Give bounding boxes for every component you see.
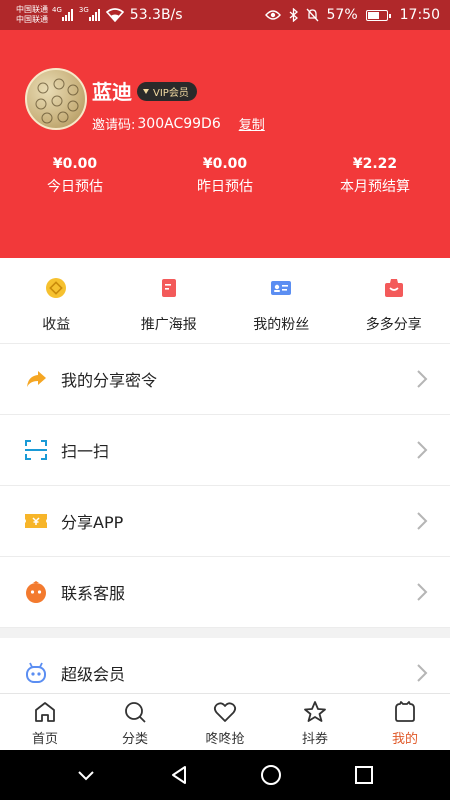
quick-action-poster[interactable]: 推广海报 <box>113 258 226 343</box>
hide-keyboard-icon[interactable] <box>75 764 97 786</box>
quick-action-label: 收益 <box>42 317 71 333</box>
bottom-tab-bar: 首页 分类 咚咚抢 抖券 我的 <box>0 693 450 750</box>
tab-coupons[interactable]: 抖券 <box>270 694 360 750</box>
quick-action-label: 推广海报 <box>140 317 197 333</box>
tab-home[interactable]: 首页 <box>0 694 90 750</box>
menu-item-label: 超级会员 <box>61 665 126 684</box>
quick-action-label: 我的粉丝 <box>253 317 310 333</box>
status-bar: 中国联通 中国联通 4G 3G 53.3B/s 57% 17:50 <box>0 0 450 30</box>
stat-label: 昨日预估 <box>197 179 253 195</box>
wifi-icon <box>105 8 124 22</box>
mute-bell-icon <box>306 8 318 22</box>
menu-item-share-secret[interactable]: 我的分享密令 <box>0 344 450 415</box>
stat-value: ¥2.22 <box>352 156 398 172</box>
heart-icon <box>213 702 237 722</box>
ticket-icon <box>25 514 47 528</box>
recents-icon[interactable] <box>353 764 375 786</box>
stat-value: ¥0.00 <box>52 156 98 172</box>
eye-icon <box>264 10 281 20</box>
signal-icon <box>61 9 73 21</box>
menu-item-scan[interactable]: 扫一扫 <box>0 415 450 486</box>
avatar[interactable] <box>25 68 87 130</box>
star-icon <box>304 701 326 722</box>
menu-item-label: 联系客服 <box>61 584 126 603</box>
quick-action-fans[interactable]: 我的粉丝 <box>225 258 338 343</box>
coin-icon <box>46 278 67 298</box>
carrier-info: 中国联通 中国联通 <box>16 5 48 25</box>
tab-label: 抖券 <box>301 732 328 747</box>
menu-item-label: 我的分享密令 <box>61 371 158 390</box>
menu-item-label: 扫一扫 <box>61 442 110 461</box>
earnings-stats: ¥0.00 今日预估 ¥0.00 昨日预估 ¥2.22 本月预结算 <box>0 156 450 196</box>
menu-item-customer-service[interactable]: 联系客服 <box>0 557 450 628</box>
vip-badge-label: VIP会员 <box>153 88 189 99</box>
carrier-1: 中国联通 <box>16 5 48 14</box>
stat-month[interactable]: ¥2.22 本月预结算 <box>300 156 450 196</box>
invite-label: 邀请码: <box>92 118 136 133</box>
menu-item-label: 分享APP <box>61 513 124 532</box>
share-bag-icon <box>384 279 403 297</box>
user-name: 蓝迪 <box>92 80 132 104</box>
chevron-right-icon <box>417 370 428 388</box>
quick-action-earnings[interactable]: 收益 <box>0 258 113 343</box>
stat-yesterday[interactable]: ¥0.00 昨日预估 <box>150 156 300 196</box>
fans-card-icon <box>271 281 292 295</box>
stat-today[interactable]: ¥0.00 今日预估 <box>0 156 150 196</box>
vip-icon <box>143 89 149 94</box>
signal-icon-2 <box>88 9 100 21</box>
network-speed: 53.3B/s <box>129 7 183 23</box>
invite-code-row: 邀请码: 300AC99D6 复制 <box>92 114 265 134</box>
battery-icon <box>365 9 391 21</box>
tab-label: 咚咚抢 <box>205 732 245 747</box>
clock: 17:50 <box>399 7 440 23</box>
carrier-2: 中国联通 <box>16 15 48 24</box>
tab-category[interactable]: 分类 <box>90 694 180 750</box>
stat-label: 本月预结算 <box>340 179 410 195</box>
avatar-pattern <box>35 78 79 124</box>
network-type-2: 3G <box>78 6 89 14</box>
menu-list: 我的分享密令 扫一扫 分享APP 联系客服 超级会员 <box>0 344 450 709</box>
bluetooth-icon <box>289 8 298 22</box>
service-icon <box>26 581 46 603</box>
stat-label: 今日预估 <box>47 179 103 195</box>
home-nav-icon[interactable] <box>260 764 282 786</box>
tab-label: 我的 <box>391 732 418 747</box>
chevron-right-icon <box>417 664 428 682</box>
vip-badge: VIP会员 <box>137 82 197 101</box>
tab-label: 首页 <box>31 732 58 747</box>
poster-icon <box>161 279 176 297</box>
chevron-right-icon <box>417 441 428 459</box>
stat-value: ¥0.00 <box>202 156 248 172</box>
chevron-right-icon <box>417 512 428 530</box>
network-type-1: 4G <box>52 6 62 14</box>
copy-button[interactable]: 复制 <box>239 114 265 133</box>
back-icon[interactable] <box>168 764 190 786</box>
quick-actions: 收益 推广海报 我的粉丝 多多分享 <box>0 258 450 344</box>
invite-code: 300AC99D6 <box>137 115 221 132</box>
tab-flash-sale[interactable]: 咚咚抢 <box>180 694 270 750</box>
profile-icon <box>395 701 415 722</box>
profile-header: 蓝迪 VIP会员 邀请码: 300AC99D6 复制 ¥0.00 今日预估 ¥0… <box>0 30 450 258</box>
battery-percent: 57% <box>326 7 358 23</box>
system-nav-bar <box>0 750 450 800</box>
chevron-right-icon <box>417 583 428 601</box>
home-icon <box>35 702 55 722</box>
robot-icon <box>26 662 46 683</box>
tab-mine[interactable]: 我的 <box>360 694 450 750</box>
menu-item-share-app[interactable]: 分享APP <box>0 486 450 557</box>
share-arrow-icon <box>27 371 46 387</box>
quick-action-share[interactable]: 多多分享 <box>338 258 450 343</box>
quick-action-label: 多多分享 <box>365 317 422 333</box>
scan-icon <box>25 440 47 460</box>
search-icon <box>125 702 146 723</box>
tab-label: 分类 <box>121 732 148 747</box>
